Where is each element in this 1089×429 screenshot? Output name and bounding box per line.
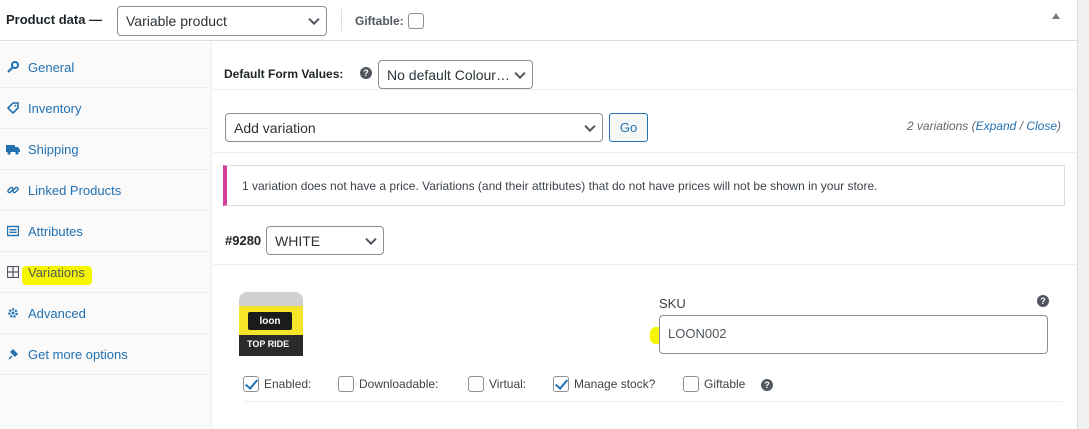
downloadable-checkbox[interactable] [338, 376, 354, 392]
enabled-checkbox[interactable] [243, 376, 259, 392]
expand-link[interactable]: Expand [976, 119, 1017, 133]
gear-icon [6, 306, 20, 320]
close-paren-text: ) [1057, 119, 1061, 133]
variation-attribute-select[interactable]: WHITE [266, 226, 384, 255]
manage-stock-label: Manage stock? [574, 377, 656, 391]
wrench-icon [6, 60, 20, 74]
sidebar-item-label: Attributes [28, 223, 83, 239]
sidebar-item-advanced[interactable]: Advanced [0, 293, 211, 334]
sidebar-item-shipping[interactable]: Shipping [0, 129, 211, 170]
go-button[interactable]: Go [609, 113, 648, 142]
enabled-option[interactable]: Enabled: [243, 376, 311, 392]
close-link[interactable]: Close [1026, 119, 1057, 133]
sidebar-item-label: Get more options [28, 346, 128, 362]
separator-text: / [1016, 119, 1027, 133]
help-icon[interactable]: ? [360, 67, 372, 79]
list-icon [6, 224, 20, 238]
product-data-header: Product data — Variable product Giftable… [0, 0, 1077, 41]
default-form-values-label: Default Form Values: [224, 67, 344, 81]
product-type-select[interactable]: Variable product [117, 6, 327, 36]
variation-image[interactable]: loon TOP RIDE [239, 292, 303, 356]
virtual-option[interactable]: Virtual: [468, 376, 526, 392]
chevron-down-icon [365, 233, 377, 245]
giftable-checkbox[interactable] [407, 13, 424, 29]
sidebar-item-inventory[interactable]: Inventory [0, 88, 211, 129]
sku-label: SKU [659, 296, 686, 311]
giftable-variation-label: Giftable [704, 377, 746, 391]
default-colour-select[interactable]: No default Colour… [378, 60, 533, 89]
sidebar-item-general[interactable]: General [0, 47, 211, 88]
enabled-label: Enabled: [264, 377, 312, 391]
missing-price-notice: 1 variation does not have a price. Varia… [223, 165, 1065, 206]
sidebar-item-label: Advanced [28, 305, 86, 321]
giftable-toggle[interactable]: Giftable: [355, 13, 424, 29]
sidebar-item-get-more-options[interactable]: Get more options [0, 334, 211, 375]
giftable-label: Giftable: [355, 14, 404, 28]
truck-icon [6, 142, 20, 156]
divider [341, 9, 342, 31]
variation-count: 2 variations (Expand / Close) [907, 119, 1061, 133]
sidebar-item-label: Linked Products [28, 182, 122, 198]
tag-icon [6, 101, 20, 115]
help-icon[interactable]: ? [1037, 295, 1049, 307]
manage-stock-option[interactable]: Manage stock? [553, 376, 655, 392]
help-icon[interactable]: ? [761, 379, 773, 391]
manage-stock-checkbox[interactable] [553, 376, 569, 392]
sku-input[interactable]: LOON002 [659, 315, 1048, 354]
grid-icon [6, 265, 20, 279]
product-type-value: Variable product [126, 13, 227, 29]
collapse-arrow-icon[interactable] [1052, 13, 1060, 19]
scrollbar[interactable] [1077, 0, 1089, 429]
product-data-title: Product data — [6, 12, 103, 27]
chevron-down-icon [514, 67, 526, 79]
image-product-text: TOP RIDE [239, 335, 303, 356]
downloadable-label: Downloadable: [359, 377, 439, 391]
virtual-label: Virtual: [489, 377, 527, 391]
sidebar-item-label: Variations [28, 264, 85, 280]
sidebar-item-linked-products[interactable]: Linked Products [0, 170, 211, 211]
plugin-icon [6, 347, 20, 361]
chevron-down-icon [584, 120, 596, 132]
giftable-variation-checkbox[interactable] [683, 376, 699, 392]
sidebar-item-attributes[interactable]: Attributes [0, 211, 211, 252]
add-variation-row: Add variation Go 2 variations (Expand / … [213, 91, 1077, 153]
variation-header[interactable]: #9280 WHITE [213, 218, 1077, 265]
sidebar-item-label: General [28, 59, 75, 75]
giftable-option[interactable]: Giftable [683, 376, 745, 392]
variation-count-text: 2 variations ( [906, 119, 976, 133]
default-form-values-row: Default Form Values: ? No default Colour… [213, 42, 1077, 90]
virtual-checkbox[interactable] [468, 376, 484, 392]
downloadable-option[interactable]: Downloadable: [338, 376, 438, 392]
sidebar-item-variations[interactable]: Variations [0, 252, 211, 293]
link-icon [6, 183, 20, 197]
variation-options-row: Enabled: Downloadable: Virtual: Manage s… [243, 376, 1063, 402]
sidebar-item-label: Inventory [28, 100, 82, 116]
variation-attribute-value: WHITE [275, 232, 321, 249]
variation-id: #9280 [225, 233, 262, 248]
chevron-down-icon [308, 13, 320, 26]
sidebar-item-label: Shipping [28, 141, 79, 157]
add-variation-select[interactable]: Add variation [225, 113, 603, 142]
add-variation-value: Add variation [234, 119, 316, 136]
brand-logo: loon [248, 312, 292, 330]
default-colour-value: No default Colour… [387, 66, 510, 83]
